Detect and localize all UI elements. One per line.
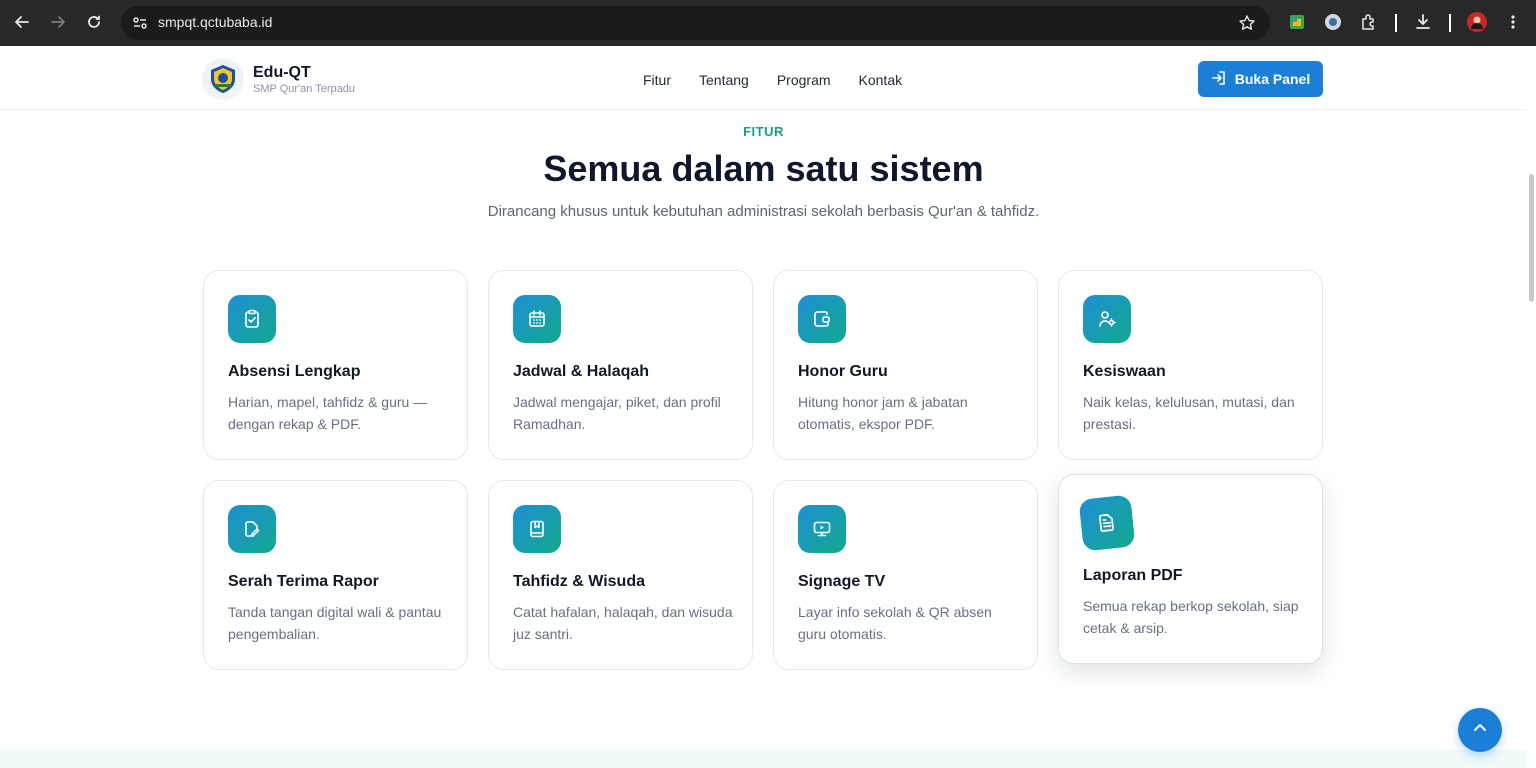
site-header: Edu-QT SMP Qur'an Terpadu Fitur Tentang …	[0, 46, 1527, 110]
feature-title: Honor Guru	[798, 363, 888, 380]
feature-title: Signage TV	[798, 573, 886, 590]
download-icon[interactable]	[1413, 12, 1433, 32]
nav-link-fitur[interactable]: Fitur	[643, 72, 671, 88]
site-settings-icon[interactable]	[131, 14, 149, 37]
section-subline: Dirancang khusus untuk kebutuhan adminis…	[487, 203, 1040, 220]
page-viewport: Edu-QT SMP Qur'an Terpadu Fitur Tentang …	[0, 46, 1536, 768]
feature-card-honor[interactable]: Honor Guru Hitung honor jam & jabatan ot…	[773, 270, 1038, 460]
feature-card-kesiswaan[interactable]: Kesiswaan Naik kelas, kelulusan, mutasi,…	[1058, 270, 1323, 460]
feature-title: Absensi Lengkap	[228, 363, 361, 380]
nav-link-kontak[interactable]: Kontak	[859, 72, 903, 88]
feature-description: Naik kelas, kelulusan, mutasi, dan prest…	[1083, 394, 1295, 432]
extension-sheets-icon[interactable]	[1287, 12, 1307, 32]
feature-title: Jadwal & Halaqah	[513, 363, 650, 380]
feature-card-absensi[interactable]: Absensi Lengkap Harian, mapel, tahfidz &…	[203, 270, 468, 460]
wallet-icon	[798, 295, 846, 343]
extension-circle-icon[interactable]	[1323, 12, 1343, 32]
feature-description: Layar info sekolah & QR absen guru otoma…	[798, 604, 992, 642]
feature-title: Serah Terima Rapor	[228, 573, 379, 590]
brand-name[interactable]: Edu-QT	[253, 64, 311, 82]
main-nav: Fitur Tentang Program Kontak	[643, 72, 902, 88]
open-panel-button[interactable]: Buka Panel	[1198, 61, 1323, 97]
browser-toolbar: smpqt.qctubaba.id	[0, 0, 1536, 46]
book-icon	[513, 505, 561, 553]
url-text[interactable]: smpqt.qctubaba.id	[158, 14, 272, 30]
toolbar-divider	[1395, 14, 1397, 32]
scroll-to-top-button[interactable]	[1458, 708, 1502, 752]
chevron-up-icon	[1472, 720, 1488, 741]
feature-title: Laporan PDF	[1083, 567, 1183, 584]
scrollbar-thumb[interactable]	[1529, 174, 1534, 302]
feature-description: Semua rekap berkop sekolah, siap cetak &…	[1083, 598, 1299, 636]
feature-card-rapor[interactable]: Serah Terima Rapor Tanda tangan digital …	[203, 480, 468, 670]
feature-description: Catat hafalan, halaqah, dan wisuda juz s…	[513, 604, 733, 642]
nav-link-program[interactable]: Program	[777, 72, 831, 88]
tv-play-icon	[798, 505, 846, 553]
feature-card-tahfidz[interactable]: Tahfidz & Wisuda Catat hafalan, halaqah,…	[488, 480, 753, 670]
user-cog-icon	[1083, 295, 1131, 343]
feature-title: Kesiswaan	[1083, 363, 1166, 380]
address-bar[interactable]: smpqt.qctubaba.id	[121, 6, 1270, 40]
feature-card-signage[interactable]: Signage TV Layar info sekolah & QR absen…	[773, 480, 1038, 670]
feature-description: Tanda tangan digital wali & pantau penge…	[228, 604, 442, 642]
feature-title: Tahfidz & Wisuda	[513, 573, 645, 590]
back-icon[interactable]	[12, 12, 32, 32]
next-section-band	[0, 750, 1527, 768]
feature-description: Hitung honor jam & jabatan otomatis, eks…	[798, 394, 968, 432]
section-headline: Semua dalam satu sistem	[543, 148, 984, 189]
bookmark-star-icon[interactable]	[1238, 14, 1256, 37]
clipboard-check-icon	[228, 295, 276, 343]
open-panel-label: Buka Panel	[1234, 71, 1311, 87]
calendar-icon	[513, 295, 561, 343]
toolbar-divider	[1449, 14, 1451, 32]
feature-description: Jadwal mengajar, piket, dan profil Ramad…	[513, 394, 721, 432]
extensions-puzzle-icon[interactable]	[1359, 12, 1379, 32]
file-signature-icon	[228, 505, 276, 553]
reload-icon[interactable]	[84, 12, 104, 32]
page-scrollbar[interactable]	[1527, 46, 1536, 768]
school-logo[interactable]	[202, 58, 244, 100]
feature-description: Harian, mapel, tahfidz & guru — dengan r…	[228, 394, 428, 432]
section-eyebrow: FITUR	[743, 124, 784, 139]
nav-link-tentang[interactable]: Tentang	[699, 72, 749, 88]
document-icon	[1078, 494, 1136, 552]
forward-icon[interactable]	[48, 12, 68, 32]
brand-tagline: SMP Qur'an Terpadu	[253, 83, 355, 95]
more-menu-icon[interactable]	[1503, 12, 1523, 32]
feature-card-jadwal[interactable]: Jadwal & Halaqah Jadwal mengajar, piket,…	[488, 270, 753, 460]
profile-avatar-icon[interactable]	[1467, 12, 1487, 32]
login-arrow-icon	[1211, 70, 1227, 89]
feature-card-laporan[interactable]: Laporan PDF Semua rekap berkop sekolah, …	[1058, 474, 1323, 664]
